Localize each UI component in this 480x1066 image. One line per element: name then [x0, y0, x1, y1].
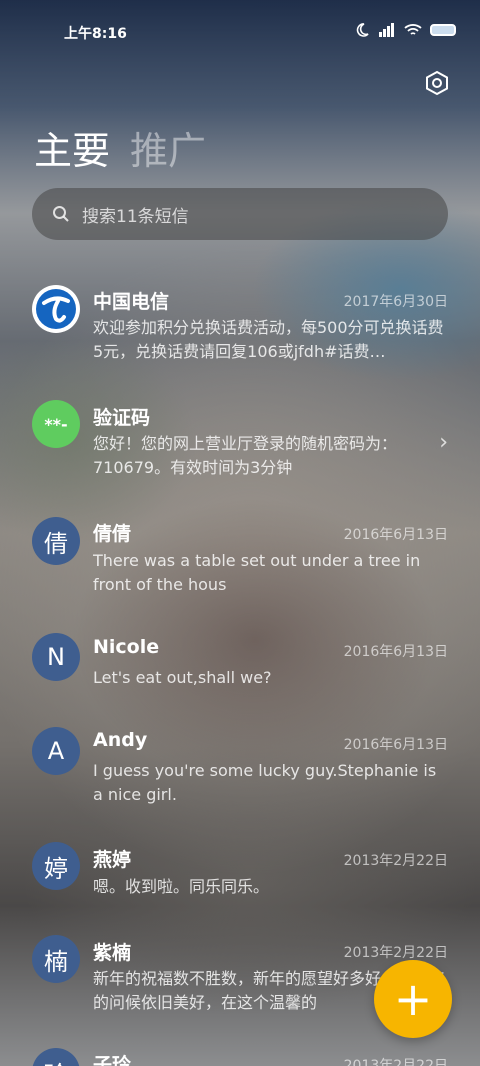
china-telecom-logo-avatar	[32, 285, 80, 333]
message-date: 2016年6月13日	[343, 737, 448, 753]
message-preview: There was a table set out under a tree i…	[93, 551, 421, 594]
contact-name: 中国电信	[93, 291, 170, 313]
status-bar: 上午8:16	[0, 0, 480, 62]
wifi-icon	[404, 24, 422, 35]
contact-name: 紫楠	[93, 942, 132, 964]
message-preview: I guess you're some lucky guy.Stephanie …	[93, 761, 437, 804]
contact-avatar: 楠	[32, 935, 80, 983]
tab-promotions[interactable]: 推广	[130, 120, 206, 175]
message-preview: 嗯。收到啦。同乐同乐。	[93, 877, 270, 896]
contact-name: 子玲	[93, 1054, 132, 1066]
message-date: 2016年6月13日	[343, 527, 448, 543]
verification-avatar: **-	[32, 400, 80, 448]
status-time: 上午8:16	[64, 26, 127, 42]
message-date: 2013年2月22日	[343, 945, 448, 961]
search-bar[interactable]: 搜索11条短信	[32, 188, 448, 240]
category-tabs: 主要 推广	[34, 120, 206, 175]
new-message-button[interactable]: +	[374, 960, 452, 1038]
contact-name: Andy	[93, 729, 148, 751]
contact-avatar: N	[32, 633, 80, 681]
contact-avatar: 婷	[32, 842, 80, 890]
message-date: 2016年6月13日	[343, 644, 448, 660]
message-date: 2017年6月30日	[343, 294, 448, 310]
search-placeholder: 搜索11条短信	[82, 206, 189, 227]
signal-icon	[379, 23, 394, 37]
contact-avatar: A	[32, 727, 80, 775]
contact-name: Nicole	[93, 636, 160, 658]
settings-icon[interactable]	[424, 70, 450, 96]
message-preview: 您好！您的网上营业厅登录的随机密码为：710679。有效时间为3分钟	[93, 434, 398, 477]
search-icon	[53, 206, 69, 222]
message-date: 2013年2月22日	[343, 1058, 448, 1066]
contact-name: 燕婷	[93, 849, 132, 871]
battery-icon	[430, 24, 456, 36]
message-preview: 欢迎参加积分兑换话费活动，每500分可兑换话费5元，兑换话费请回复106或jfd…	[93, 318, 444, 361]
contact-avatar: 倩	[32, 517, 80, 565]
contact-name: 验证码	[93, 407, 151, 429]
tab-primary[interactable]: 主要	[34, 120, 110, 175]
message-preview: Let's eat out,shall we?	[93, 668, 272, 687]
moon-icon	[356, 23, 369, 37]
contact-name: 倩倩	[93, 523, 132, 545]
status-icons	[354, 22, 456, 38]
message-date: 2013年2月22日	[343, 853, 448, 869]
